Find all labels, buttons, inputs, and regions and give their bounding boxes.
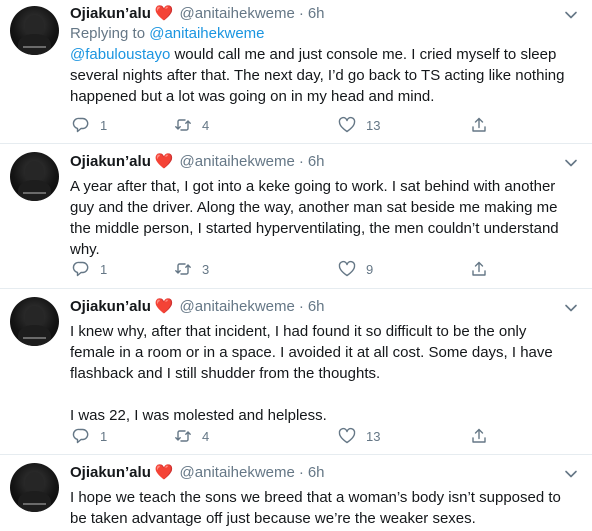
retweet-button[interactable]: 4: [174, 115, 209, 135]
tweet-header: Ojiakun’alu ❤️ @anitaihekweme · 6h: [70, 152, 325, 172]
timestamp[interactable]: 6h: [308, 297, 325, 317]
retweet-button[interactable]: 3: [174, 259, 209, 279]
tweet[interactable]: Ojiakun’alu ❤️ @anitaihekweme · 6h Reply…: [0, 0, 592, 143]
avatar-caption-shape: [23, 337, 46, 339]
share-icon: [472, 428, 486, 443]
timestamp[interactable]: 6h: [308, 463, 325, 483]
reply-count: 1: [100, 261, 108, 277]
display-name[interactable]: Ojiakun’alu: [70, 4, 151, 24]
like-button[interactable]: 13: [338, 426, 380, 446]
heart-emoji: ❤️: [154, 464, 174, 481]
tweet-text-content: I knew why, after that incident, I had f…: [70, 323, 553, 382]
reply-button[interactable]: 1: [72, 426, 107, 446]
separator-dot: ·: [298, 153, 304, 170]
avatar-shoulders-shape: [18, 325, 51, 346]
share-icon: [472, 261, 486, 276]
avatar-shoulders-shape: [18, 34, 51, 55]
tweet-actions: 1 4 13: [70, 426, 510, 446]
tweet-header: Ojiakun’alu ❤️ @anitaihekweme · 6h: [70, 297, 325, 317]
timestamp[interactable]: 6h: [308, 152, 325, 172]
avatar[interactable]: [10, 297, 59, 346]
tweet[interactable]: Ojiakun’alu ❤️ @anitaihekweme · 6h I hop…: [0, 455, 592, 531]
timestamp[interactable]: 6h: [308, 4, 325, 24]
chevron-down-icon[interactable]: [564, 301, 578, 315]
separator-dot: ·: [298, 5, 304, 22]
share-icon: [472, 117, 486, 132]
user-handle[interactable]: @anitaihekweme: [180, 463, 295, 483]
reply-icon: [72, 428, 89, 444]
tweet-text-content: A year after that, I got into a keke goi…: [70, 178, 559, 258]
retweet-count: 4: [202, 117, 210, 133]
reply-button[interactable]: 1: [72, 259, 107, 279]
tweet-text-content: I hope we teach the sons we breed that a…: [70, 489, 561, 527]
tweet-text: @fabuloustayo would call me and just con…: [70, 44, 570, 107]
retweet-count: 3: [202, 261, 210, 277]
tweet-header: Ojiakun’alu ❤️ @anitaihekweme · 6h: [70, 463, 325, 483]
avatar[interactable]: [10, 152, 59, 201]
tweet-actions: 1 3 9: [70, 259, 510, 279]
separator-dot: ·: [298, 464, 304, 481]
retweet-button[interactable]: 4: [174, 426, 209, 446]
chevron-down-icon[interactable]: [564, 8, 578, 22]
heart-emoji: ❤️: [154, 153, 174, 170]
retweet-icon: [175, 263, 191, 275]
tweet-text: A year after that, I got into a keke goi…: [70, 176, 570, 260]
reply-icon: [72, 261, 89, 277]
retweet-count: 4: [202, 428, 210, 444]
like-count: 9: [366, 261, 374, 277]
like-count: 13: [366, 428, 381, 444]
avatar[interactable]: [10, 463, 59, 512]
user-handle[interactable]: @anitaihekweme: [180, 152, 295, 172]
tweet-actions: 1 4 13: [70, 115, 510, 135]
heart-icon: [338, 427, 356, 444]
avatar-shoulders-shape: [18, 491, 51, 512]
mention-link[interactable]: @fabuloustayo: [70, 46, 170, 63]
display-name[interactable]: Ojiakun’alu: [70, 297, 151, 317]
tweet-text-paragraph-2: I was 22, I was molested and helpless.: [70, 407, 327, 424]
display-name[interactable]: Ojiakun’alu: [70, 463, 151, 483]
avatar-shoulders-shape: [18, 180, 51, 201]
user-handle[interactable]: @anitaihekweme: [180, 4, 295, 24]
share-button[interactable]: [470, 115, 488, 135]
share-button[interactable]: [470, 426, 488, 446]
avatar-caption-shape: [23, 192, 46, 194]
replying-to-handle[interactable]: @anitaihekweme: [149, 25, 264, 42]
tweet[interactable]: Ojiakun’alu ❤️ @anitaihekweme · 6h I kne…: [0, 289, 592, 454]
chevron-down-icon[interactable]: [564, 467, 578, 481]
reply-count: 1: [100, 428, 108, 444]
tweet-header: Ojiakun’alu ❤️ @anitaihekweme · 6h: [70, 4, 325, 24]
replying-to-label: Replying to: [70, 25, 150, 42]
retweet-icon: [175, 430, 191, 442]
retweet-icon: [175, 119, 191, 131]
tweet[interactable]: Ojiakun’alu ❤️ @anitaihekweme · 6h A yea…: [0, 144, 592, 288]
display-name[interactable]: Ojiakun’alu: [70, 152, 151, 172]
reply-icon: [72, 117, 89, 133]
share-button[interactable]: [470, 259, 488, 279]
tweet-text: I knew why, after that incident, I had f…: [70, 321, 570, 426]
separator-dot: ·: [298, 298, 304, 315]
chevron-down-icon[interactable]: [564, 156, 578, 170]
reply-button[interactable]: 1: [72, 115, 107, 135]
replying-to: Replying to @anitaihekweme: [70, 24, 265, 44]
avatar-caption-shape: [23, 46, 46, 48]
like-count: 13: [366, 117, 381, 133]
like-button[interactable]: 9: [338, 259, 373, 279]
tweet-text: I hope we teach the sons we breed that a…: [70, 487, 570, 529]
reply-count: 1: [100, 117, 108, 133]
heart-icon: [338, 116, 356, 133]
user-handle[interactable]: @anitaihekweme: [180, 297, 295, 317]
heart-emoji: ❤️: [154, 5, 174, 22]
avatar-caption-shape: [23, 503, 46, 505]
heart-icon: [338, 260, 356, 277]
heart-emoji: ❤️: [154, 298, 174, 315]
like-button[interactable]: 13: [338, 115, 380, 135]
avatar[interactable]: [10, 6, 59, 55]
